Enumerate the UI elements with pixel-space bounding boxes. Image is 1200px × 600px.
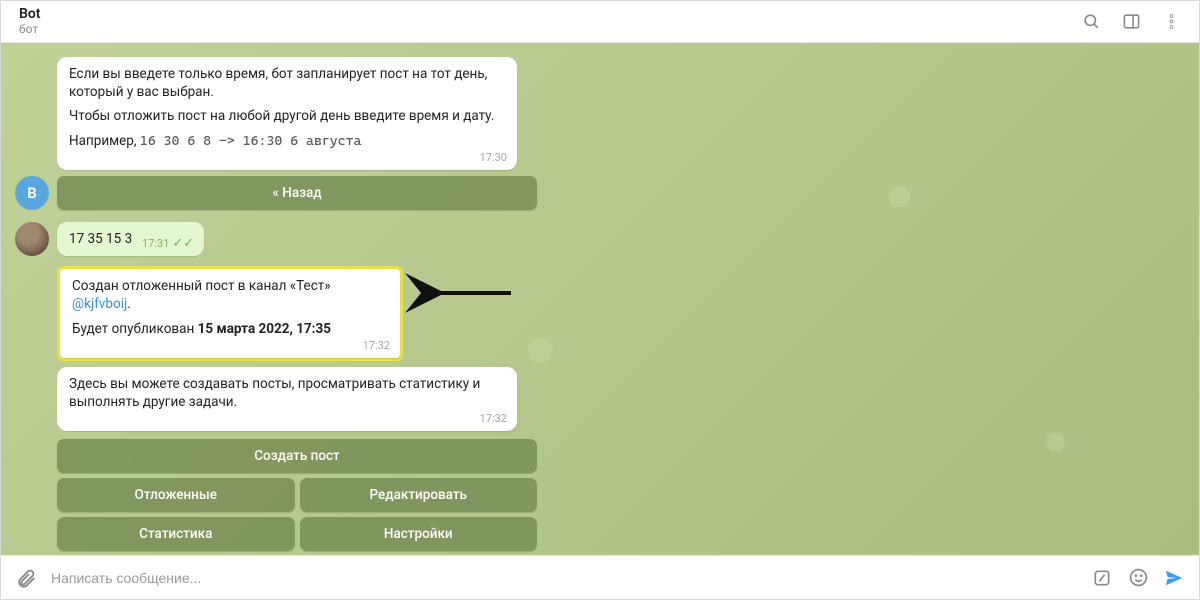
message-time: 17:32 [363, 339, 390, 354]
chat-title-block[interactable]: Bot бот [19, 7, 41, 36]
keyboard-button-create-post[interactable]: Создать пост [57, 439, 537, 473]
keyboard-button-deferred[interactable]: Отложенные [57, 478, 295, 512]
inline-keyboard: Создать пост Отложенные Редактировать Ст… [57, 439, 537, 551]
chat-header: Bot бот [1, 1, 1199, 43]
user-message: 17 35 15 3 17:31✓✓ [57, 222, 204, 256]
keyboard-button-stats[interactable]: Статистика [57, 517, 295, 551]
bot-message-confirmation: Создан отложенный пост в канал «Тест» @k… [60, 269, 400, 358]
highlighted-message-frame: Создан отложенный пост в канал «Тест» @k… [57, 266, 403, 361]
message-text: Здесь вы можете создавать посты, просмат… [69, 375, 505, 411]
chat-subtitle: бот [19, 23, 41, 36]
message-time: 17:30 [480, 151, 507, 166]
message-text: Чтобы отложить пост на любой другой день… [69, 107, 505, 125]
chat-title: Bot [19, 7, 41, 22]
user-avatar[interactable] [15, 222, 49, 256]
message-time: 17:32 [480, 412, 507, 427]
sidebar-toggle-icon[interactable] [1121, 12, 1141, 32]
search-icon[interactable] [1081, 12, 1101, 32]
app-window: Bot бот Если вы введете только время, бо… [0, 0, 1200, 600]
read-ticks-icon: ✓✓ [172, 236, 194, 251]
chat-area[interactable]: Если вы введете только время, бот заплан… [1, 43, 1199, 555]
bot-message: Если вы введете только время, бот заплан… [57, 57, 517, 170]
message-text: 17 35 15 3 [69, 231, 132, 247]
bot-avatar[interactable]: B [15, 176, 49, 210]
message-composer [1, 555, 1199, 599]
send-icon[interactable] [1163, 567, 1185, 589]
more-menu-icon[interactable] [1161, 12, 1181, 32]
emoji-icon[interactable] [1127, 567, 1149, 589]
keyboard-button-edit[interactable]: Редактировать [300, 478, 538, 512]
bot-message: Здесь вы можете создавать посты, просмат… [57, 367, 517, 431]
message-time: 17:31✓✓ [142, 235, 194, 253]
code-sample: 16 30 6 8 -> 16:30 6 августа [140, 133, 361, 149]
message-input[interactable] [51, 570, 1077, 586]
keyboard-button-back[interactable]: « Назад [57, 176, 537, 210]
message-text: Если вы введете только время, бот заплан… [69, 65, 505, 101]
channel-mention[interactable]: @kjfvboij [72, 296, 127, 312]
message-text: Будет опубликован 15 марта 2022, 17:35 [72, 320, 388, 338]
message-text: Создан отложенный пост в канал «Тест» @k… [72, 277, 388, 313]
keyboard-button-settings[interactable]: Настройки [300, 517, 538, 551]
attach-icon[interactable] [15, 567, 37, 589]
message-text: Например, 16 30 6 8 -> 16:30 6 августа [69, 132, 505, 150]
command-icon[interactable] [1091, 567, 1113, 589]
